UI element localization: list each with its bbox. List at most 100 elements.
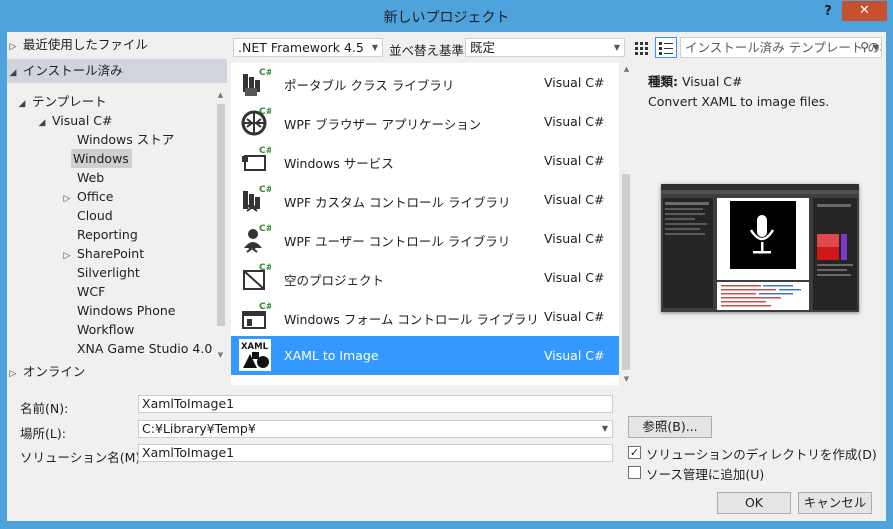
template-item[interactable]: C# 空のプロジェクト Visual C# xyxy=(231,258,619,297)
search-icon[interactable]: ⚲ xyxy=(860,38,869,57)
template-description: Convert XAML to image files. xyxy=(648,94,830,109)
grid-view-icon xyxy=(635,42,648,55)
template-item[interactable]: C# WPF ブラウザー アプリケーション Visual C# xyxy=(231,102,619,141)
expand-icon: ▷ xyxy=(9,369,17,379)
tree-item-xna[interactable]: XNA Game Studio 4.0 xyxy=(61,339,212,358)
scroll-thumb[interactable] xyxy=(217,104,225,326)
add-source-control-label: ソース管理に追加(U) xyxy=(646,467,765,482)
ok-button[interactable]: OK xyxy=(717,492,791,514)
project-name-input[interactable]: XamlToImage1 xyxy=(138,395,613,413)
template-name: WPF ブラウザー アプリケーション xyxy=(284,117,482,132)
template-item-selected[interactable]: XAML XAML to Image Visual C# xyxy=(231,336,619,375)
svg-text:C#: C# xyxy=(259,68,271,78)
template-preview-image xyxy=(661,184,859,312)
create-directory-checkbox[interactable]: ✓ xyxy=(628,446,641,459)
template-item[interactable]: C# Windows フォーム コントロール ライブラリ Visual C# xyxy=(231,297,619,336)
ide-screenshot-thumbnail xyxy=(661,184,859,310)
template-language: Visual C# xyxy=(544,75,605,90)
framework-value: .NET Framework 4.5 xyxy=(238,40,364,55)
tree-item-cloud[interactable]: Cloud xyxy=(61,206,113,225)
help-button[interactable]: ? xyxy=(818,4,838,22)
scroll-down-icon[interactable]: ▼ xyxy=(619,373,634,385)
sort-label: 並べ替え基準: xyxy=(389,43,469,58)
tree-item-label: Cloud xyxy=(76,208,113,223)
tree-item-label: Visual C# xyxy=(51,113,113,128)
sort-value: 既定 xyxy=(470,40,496,55)
scroll-down-icon[interactable]: ▼ xyxy=(215,350,226,360)
tree-item-sharepoint[interactable]: ▷ SharePoint xyxy=(61,244,145,263)
solution-name-input[interactable]: XamlToImage1 xyxy=(138,444,613,462)
create-directory-label: ソリューションのディレクトリを作成(D) xyxy=(646,447,877,462)
tree-item-windows-phone[interactable]: Windows Phone xyxy=(61,301,176,320)
tree-item-wcf[interactable]: WCF xyxy=(61,282,105,301)
cancel-button[interactable]: キャンセル xyxy=(798,492,872,514)
tree-item-web[interactable]: Web xyxy=(61,168,104,187)
chevron-down-icon: ▼ xyxy=(371,43,378,52)
nav-recent[interactable]: ▷ 最近使用したファイル xyxy=(7,33,227,57)
tree-item-label: Windows ストア xyxy=(76,132,175,147)
tree-item-visual-csharp[interactable]: ◢ Visual C# xyxy=(36,111,113,130)
template-item[interactable]: C# WPF ユーザー コントロール ライブラリ Visual C# xyxy=(231,219,619,258)
windows-service-icon: C# xyxy=(242,146,271,171)
tree-item-reporting[interactable]: Reporting xyxy=(61,225,138,244)
title-bar: 新しいプロジェクト ? ✕ xyxy=(0,0,893,32)
tree-item-label: Silverlight xyxy=(76,265,140,280)
tree-item-office[interactable]: ▷ Office xyxy=(61,187,114,206)
wpf-browser-icon: C# xyxy=(241,107,271,136)
template-name: ポータブル クラス ライブラリ xyxy=(284,78,455,93)
tree-item-label: Windows Phone xyxy=(76,303,176,318)
template-language: Visual C# xyxy=(544,270,605,285)
tree-item-templates[interactable]: ◢ テンプレート xyxy=(16,92,107,111)
svg-text:C#: C# xyxy=(259,146,271,156)
add-source-control-checkbox[interactable] xyxy=(628,466,641,479)
template-item[interactable]: C# Windows サービス Visual C# xyxy=(231,141,619,180)
solution-name-label: ソリューション名(M): xyxy=(20,450,145,465)
details-view-button[interactable] xyxy=(655,37,677,58)
sort-dropdown[interactable]: 既定 ▼ xyxy=(465,38,625,57)
svg-text:C#: C# xyxy=(259,263,271,273)
tree-item-label: Office xyxy=(76,189,114,204)
template-list-scrollbar[interactable]: ▲ ▼ xyxy=(619,63,634,385)
tree-item-label: テンプレート xyxy=(31,94,107,109)
nav-online-label: オンライン xyxy=(22,364,86,379)
list-view-icon xyxy=(659,42,673,55)
location-dropdown[interactable]: C:¥Library¥Temp¥ ▼ xyxy=(138,420,613,438)
svg-text:C#: C# xyxy=(259,302,271,312)
close-button[interactable]: ✕ xyxy=(842,1,887,21)
portable-library-icon: C# xyxy=(243,68,271,96)
nav-online[interactable]: ▷ オンライン xyxy=(7,360,227,384)
collapse-icon: ◢ xyxy=(38,118,46,128)
scroll-up-icon[interactable]: ▲ xyxy=(619,63,634,75)
template-item[interactable]: C# WPF カスタム コントロール ライブラリ Visual C# xyxy=(231,180,619,219)
tree-item-label: Web xyxy=(76,170,105,185)
template-language: Visual C# xyxy=(544,231,605,246)
tree-item-workflow[interactable]: Workflow xyxy=(61,320,134,339)
dialog-client: ▷ 最近使用したファイル ◢ インストール済み ◢ テンプレート ◢ Visua… xyxy=(7,32,886,521)
template-language: Visual C# xyxy=(544,153,605,168)
wpf-custom-control-icon: C# xyxy=(243,185,271,212)
wpf-user-control-icon: C# xyxy=(244,224,271,253)
svg-text:XAML: XAML xyxy=(241,342,269,352)
tree-scrollbar[interactable]: ▲ ▼ xyxy=(215,90,226,360)
framework-dropdown[interactable]: .NET Framework 4.5 ▼ xyxy=(233,38,383,57)
scroll-up-icon[interactable]: ▲ xyxy=(215,90,226,100)
template-search-input[interactable]: インストール済み テンプレート の検 ⚲ ▼ xyxy=(680,37,882,58)
browse-button[interactable]: 参照(B)... xyxy=(628,416,712,438)
name-label: 名前(N): xyxy=(20,401,69,416)
tree-item-silverlight[interactable]: Silverlight xyxy=(61,263,140,282)
tree-item-label: WCF xyxy=(76,284,106,299)
tree-item-label: Reporting xyxy=(76,227,138,242)
tree-item-label: XNA Game Studio 4.0 xyxy=(76,341,213,356)
nav-recent-label: 最近使用したファイル xyxy=(22,37,148,52)
small-icons-view-button[interactable] xyxy=(632,38,650,57)
template-name: Windows サービス xyxy=(284,156,394,171)
tree-item-windows[interactable]: Windows xyxy=(71,149,132,168)
template-language: Visual C# xyxy=(544,114,605,129)
template-item[interactable]: C# ポータブル クラス ライブラリ Visual C# xyxy=(231,63,619,102)
nav-installed[interactable]: ◢ インストール済み xyxy=(7,59,227,83)
template-name: WPF ユーザー コントロール ライブラリ xyxy=(284,234,511,249)
chevron-down-icon[interactable]: ▼ xyxy=(873,38,879,57)
tree-item-windows-store[interactable]: Windows ストア xyxy=(61,130,174,149)
scroll-thumb[interactable] xyxy=(622,174,630,370)
forms-control-icon: C# xyxy=(242,302,271,329)
